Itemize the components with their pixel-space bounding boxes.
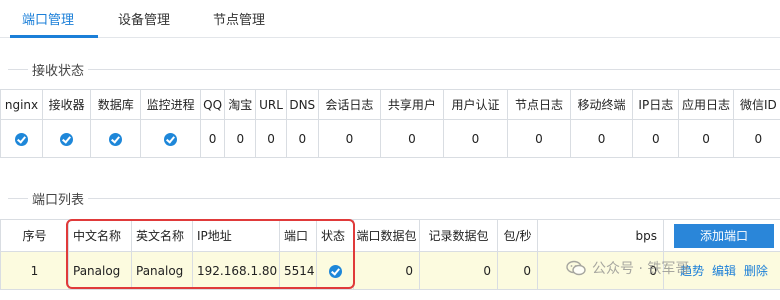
- table-header-row: 序号 中文名称 英文名称 IP地址 端口 状态 端口数据包 记录数据包 包/秒 …: [0, 219, 780, 252]
- tab-port-management[interactable]: 端口管理: [22, 9, 74, 33]
- header-url: URL: [255, 89, 287, 120]
- count-cell: 0: [507, 119, 571, 158]
- cell-pps: 0: [497, 251, 538, 290]
- count-cell: 0: [732, 119, 780, 158]
- header-node-log: 节点日志: [507, 89, 571, 120]
- cell-record-packets: 0: [419, 251, 498, 290]
- cell-status: [316, 251, 354, 290]
- header-database: 数据库: [90, 89, 142, 120]
- count-cell: 0: [285, 119, 319, 158]
- check-circle-icon: [328, 264, 342, 278]
- status-cell-nginx: [0, 119, 44, 158]
- cell-port-packets: 0: [353, 251, 420, 290]
- check-circle-icon: [109, 132, 123, 146]
- table-header-row: nginx 接收器 数据库 监控进程 QQ 淘宝 URL DNS 会话日志 共享…: [0, 89, 780, 120]
- section-divider: [8, 198, 780, 199]
- receive-status-table: nginx 接收器 数据库 监控进程 QQ 淘宝 URL DNS 会话日志 共享…: [0, 89, 780, 158]
- port-list-table: 序号 中文名称 英文名称 IP地址 端口 状态 端口数据包 记录数据包 包/秒 …: [0, 219, 780, 290]
- header-mobile-terminal: 移动终端: [569, 89, 634, 120]
- header-session-log: 会话日志: [317, 89, 382, 120]
- watermark: 公众号 · 铁军哥: [566, 258, 689, 278]
- header-pps: 包/秒: [497, 219, 538, 252]
- header-ip-log: IP日志: [632, 89, 680, 120]
- port-list-title: 端口列表: [28, 189, 89, 208]
- header-ip: IP地址: [192, 219, 280, 252]
- watermark-text: 公众号 · 铁军哥: [592, 261, 690, 277]
- count-cell: 0: [569, 119, 634, 158]
- header-receiver: 接收器: [42, 89, 92, 120]
- count-cell: 0: [632, 119, 680, 158]
- header-app-log: 应用日志: [678, 89, 734, 120]
- cell-ip: 192.168.1.80: [192, 251, 280, 290]
- tab-device-management[interactable]: 设备管理: [118, 9, 170, 33]
- add-port-cell: 添加端口: [663, 219, 780, 252]
- wechat-icon: [566, 260, 586, 276]
- header-index: 序号: [0, 219, 69, 252]
- tab-node-management[interactable]: 节点管理: [213, 9, 265, 33]
- check-circle-icon: [15, 132, 28, 146]
- cell-port: 5514: [279, 251, 317, 290]
- count-cell: 0: [442, 119, 509, 158]
- count-cell: 0: [317, 119, 382, 158]
- count-cell: 0: [199, 119, 226, 158]
- header-shared-user: 共享用户: [380, 89, 444, 120]
- header-cn-name: 中文名称: [68, 219, 132, 252]
- cell-cn-name: Panalog: [68, 251, 132, 290]
- header-port: 端口: [279, 219, 317, 252]
- header-bps: bps: [537, 219, 664, 252]
- add-port-button[interactable]: 添加端口: [674, 223, 774, 248]
- header-user-auth: 用户认证: [442, 89, 509, 120]
- header-qq: QQ: [199, 89, 226, 120]
- tab-bar: 端口管理 设备管理 节点管理: [0, 0, 780, 38]
- table-row: 0 0 0 0 0 0 0 0 0 0 0 0: [0, 119, 780, 158]
- header-nginx: nginx: [0, 89, 44, 120]
- count-cell: 0: [380, 119, 444, 158]
- receive-status-title: 接收状态: [28, 60, 89, 79]
- edit-link[interactable]: 编辑: [712, 264, 736, 278]
- header-port-packets: 端口数据包: [353, 219, 420, 252]
- active-tab-indicator: [10, 35, 98, 38]
- status-cell-database: [90, 119, 142, 158]
- count-cell: 0: [224, 119, 257, 158]
- cell-index: 1: [0, 251, 69, 290]
- header-status: 状态: [316, 219, 354, 252]
- header-monitor-process: 监控进程: [140, 89, 201, 120]
- delete-link[interactable]: 删除: [744, 264, 768, 278]
- cell-en-name: Panalog: [131, 251, 193, 290]
- section-divider: [8, 69, 780, 70]
- header-dns: DNS: [285, 89, 319, 120]
- header-record-packets: 记录数据包: [419, 219, 498, 252]
- header-taobao: 淘宝: [224, 89, 257, 120]
- count-cell: 0: [678, 119, 734, 158]
- header-wechat-id: 微信ID: [732, 89, 780, 120]
- status-cell-monitor: [140, 119, 201, 158]
- check-circle-icon: [60, 132, 74, 146]
- count-cell: 0: [255, 119, 287, 158]
- check-circle-icon: [164, 132, 178, 146]
- status-cell-receiver: [42, 119, 92, 158]
- header-en-name: 英文名称: [131, 219, 193, 252]
